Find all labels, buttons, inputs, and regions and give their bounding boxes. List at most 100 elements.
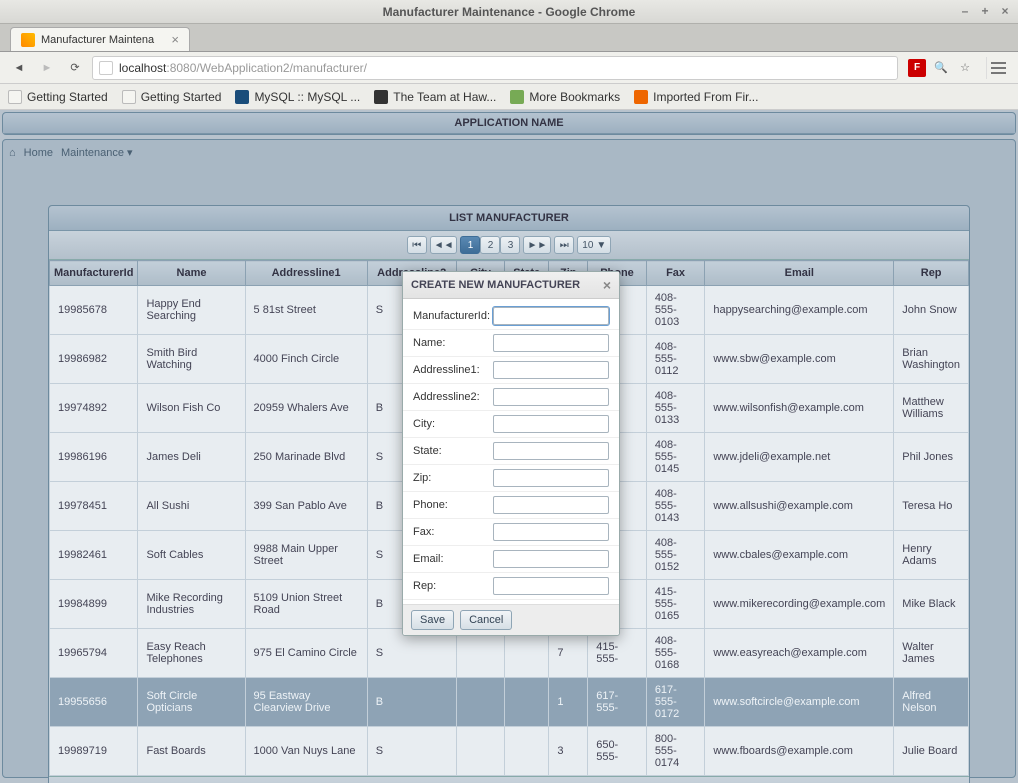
page-prev-button[interactable]: ◄◄ — [430, 236, 458, 254]
reload-button[interactable]: ⟳ — [64, 57, 86, 79]
table-cell: www.jdeli@example.net — [705, 433, 894, 482]
field-input[interactable] — [493, 415, 609, 433]
bookmark-item[interactable]: MySQL :: MySQL ... — [235, 90, 360, 104]
table-cell: www.easyreach@example.com — [705, 629, 894, 678]
table-cell — [505, 678, 549, 727]
table-cell: 20959 Whalers Ave — [245, 384, 367, 433]
close-window-icon[interactable]: × — [996, 2, 1014, 20]
field-input[interactable] — [493, 577, 609, 595]
column-header[interactable]: Addressline1 — [245, 261, 367, 286]
field-label: Addressline1: — [413, 364, 493, 376]
bookmarks-bar: Getting Started Getting Started MySQL :: M… — [0, 84, 1018, 110]
page-number-button[interactable]: 2 — [480, 236, 500, 254]
table-cell: Phil Jones — [894, 433, 969, 482]
bookmark-star-icon[interactable]: ☆ — [956, 59, 974, 77]
table-row[interactable]: 19989719Fast Boards1000 Van Nuys LaneS36… — [50, 727, 969, 776]
table-cell: www.mikerecording@example.com — [705, 580, 894, 629]
table-cell: All Sushi — [138, 482, 245, 531]
table-cell: 975 El Camino Circle — [245, 629, 367, 678]
page-first-button[interactable]: ⏮ — [407, 236, 427, 254]
table-cell: Mike Recording Industries — [138, 580, 245, 629]
dialog-field-row: Rep: — [403, 573, 619, 600]
table-cell: 3 — [549, 727, 588, 776]
maximize-icon[interactable]: + — [976, 2, 994, 20]
bookmark-label: More Bookmarks — [529, 90, 620, 104]
bookmark-label: Getting Started — [27, 90, 108, 104]
field-input[interactable] — [493, 361, 609, 379]
table-cell: 617-555- — [588, 678, 647, 727]
crumb-maintenance[interactable]: Maintenance ▾ — [61, 146, 133, 159]
bookmark-icon — [510, 90, 524, 104]
dialog-close-icon[interactable]: × — [603, 278, 611, 292]
bookmark-item[interactable]: Imported From Fir... — [634, 90, 758, 104]
table-cell: 19986982 — [50, 335, 138, 384]
minimize-icon[interactable]: – — [956, 2, 974, 20]
field-input[interactable] — [493, 334, 609, 352]
bookmark-icon — [374, 90, 388, 104]
column-header[interactable]: Fax — [646, 261, 705, 286]
back-button[interactable]: ◄ — [8, 57, 30, 79]
bookmark-item[interactable]: Getting Started — [8, 90, 108, 104]
forward-button[interactable]: ► — [36, 57, 58, 79]
field-input[interactable] — [493, 442, 609, 460]
table-cell: 250 Marinade Blvd — [245, 433, 367, 482]
field-label: Fax: — [413, 526, 493, 538]
table-cell: 399 San Pablo Ave — [245, 482, 367, 531]
zoom-icon[interactable]: 🔍 — [932, 59, 950, 77]
table-cell: 95 Eastway Clearview Drive — [245, 678, 367, 727]
table-cell: 19965794 — [50, 629, 138, 678]
table-row[interactable]: 19955656Soft Circle Opticians95 Eastway … — [50, 678, 969, 727]
field-label: Zip: — [413, 472, 493, 484]
table-cell: 19955656 — [50, 678, 138, 727]
paginator: ⏮ ◄◄ 123 ►► ⏭ 10 ▼ — [49, 231, 969, 260]
field-input[interactable] — [493, 550, 609, 568]
table-cell: Easy Reach Telephones — [138, 629, 245, 678]
favicon-icon — [21, 33, 35, 47]
dialog-field-row: City: — [403, 411, 619, 438]
save-button[interactable]: Save — [411, 610, 454, 630]
field-input[interactable] — [493, 469, 609, 487]
browser-tabstrip: Manufacturer Maintena × — [0, 24, 1018, 52]
page-number-button[interactable]: 1 — [460, 236, 480, 254]
table-cell: 1 — [549, 678, 588, 727]
url-bar[interactable]: localhost:8080/WebApplication2/manufactu… — [92, 56, 898, 80]
bookmark-item[interactable]: The Team at Haw... — [374, 90, 496, 104]
tab-close-icon[interactable]: × — [171, 32, 179, 47]
table-cell: 415-555-0165 — [646, 580, 705, 629]
cancel-button[interactable]: Cancel — [460, 610, 512, 630]
column-header[interactable]: Email — [705, 261, 894, 286]
bookmark-item[interactable]: More Bookmarks — [510, 90, 620, 104]
table-cell: James Deli — [138, 433, 245, 482]
os-titlebar: Manufacturer Maintenance - Google Chrome… — [0, 0, 1018, 24]
page-size-select[interactable]: 10 ▼ — [577, 236, 611, 254]
table-cell: www.softcircle@example.com — [705, 678, 894, 727]
column-header[interactable]: Name — [138, 261, 245, 286]
app-title: APPLICATION NAME — [3, 113, 1015, 134]
field-label: ManufacturerId: — [413, 310, 493, 322]
browser-tab[interactable]: Manufacturer Maintena × — [10, 27, 190, 51]
page-number-button[interactable]: 3 — [500, 236, 520, 254]
table-cell: 19982461 — [50, 531, 138, 580]
dialog-field-row: Phone: — [403, 492, 619, 519]
column-header[interactable]: Rep — [894, 261, 969, 286]
extension-icon[interactable]: F — [908, 59, 926, 77]
field-input[interactable] — [493, 496, 609, 514]
field-label: City: — [413, 418, 493, 430]
crumb-home[interactable]: Home — [24, 147, 53, 159]
field-input[interactable] — [493, 307, 609, 325]
table-cell: 408-555-0152 — [646, 531, 705, 580]
url-host: localhost — [119, 61, 166, 75]
field-input[interactable] — [493, 523, 609, 541]
table-cell: 408-555-0112 — [646, 335, 705, 384]
page-next-button[interactable]: ►► — [523, 236, 551, 254]
bookmark-icon — [122, 90, 136, 104]
page-last-button[interactable]: ⏭ — [554, 236, 574, 254]
bookmark-item[interactable]: Getting Started — [122, 90, 222, 104]
field-input[interactable] — [493, 388, 609, 406]
column-header[interactable]: ManufacturerId — [50, 261, 138, 286]
chrome-menu-button[interactable] — [986, 57, 1010, 79]
dialog-header[interactable]: CREATE NEW MANUFACTURER × — [403, 272, 619, 299]
table-cell: 650-555- — [588, 727, 647, 776]
field-label: Email: — [413, 553, 493, 565]
table-cell: www.sbw@example.com — [705, 335, 894, 384]
